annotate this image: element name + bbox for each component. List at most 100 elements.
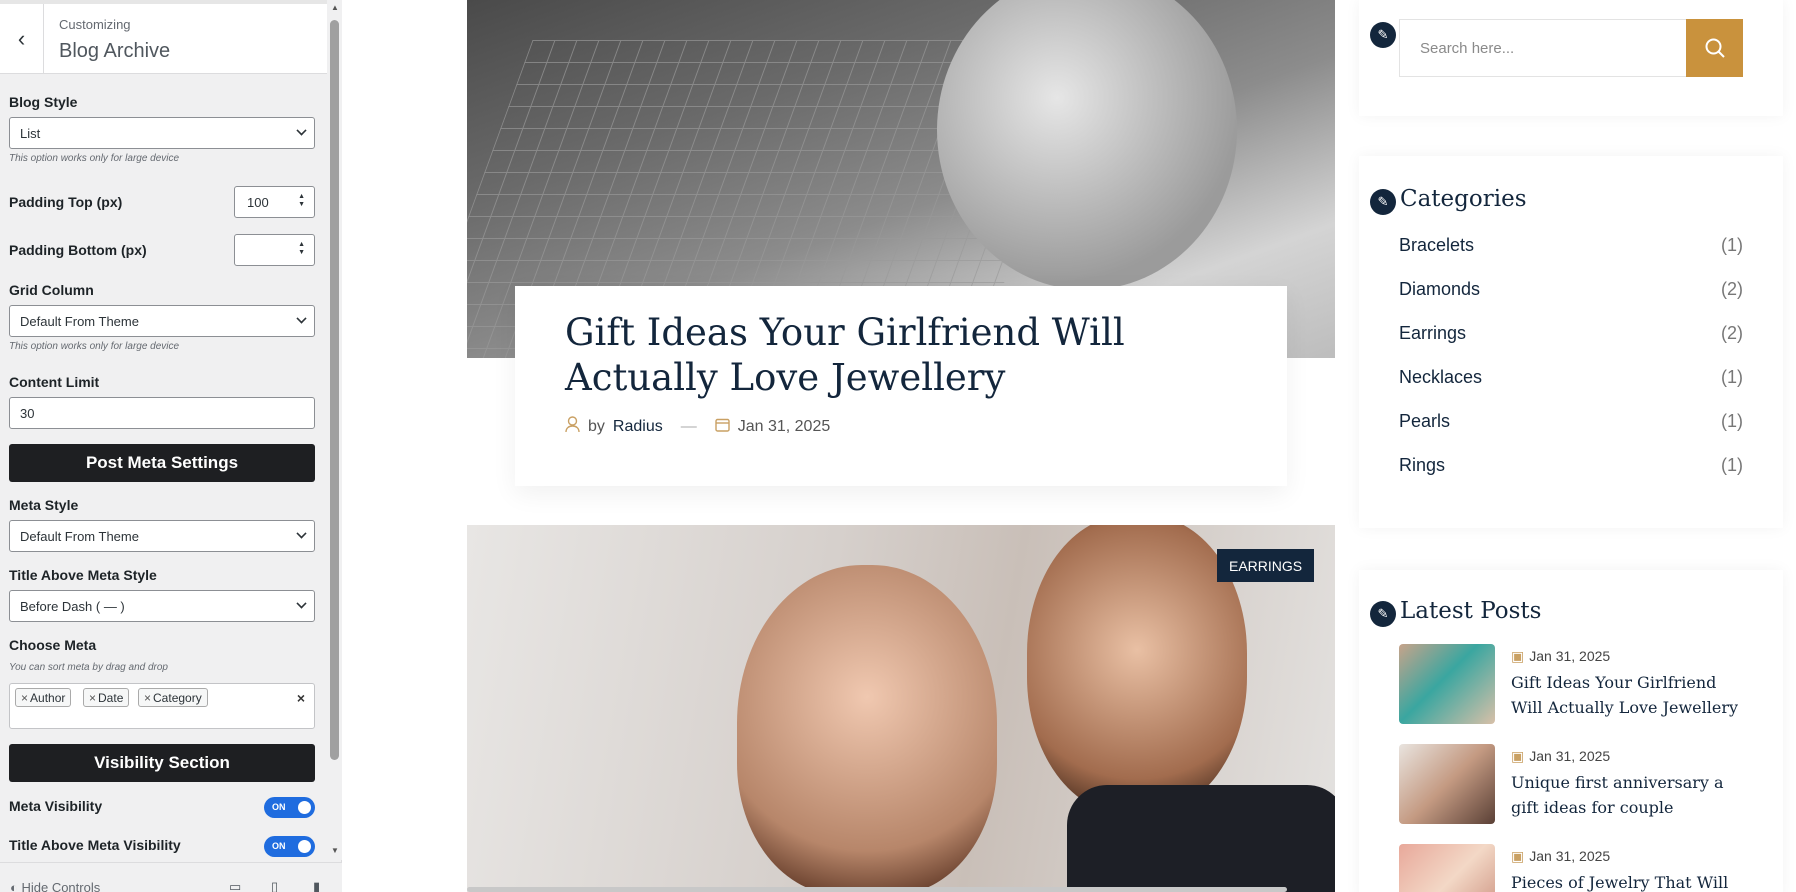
latest-post-item[interactable]: ▣ Jan 31, 2025 Gift Ideas Your Girlfriend… bbox=[1399, 644, 1749, 728]
post-card: Gift Ideas Your Girlfriend Will Actually… bbox=[515, 286, 1287, 486]
search-input[interactable]: Search here... bbox=[1399, 19, 1687, 77]
padding-bottom-input[interactable]: ▲ ▼ bbox=[234, 234, 315, 266]
latest-post-title[interactable]: Pieces of Jewelry That Will bbox=[1511, 870, 1751, 892]
category-item[interactable]: Necklaces (1) bbox=[1399, 367, 1743, 397]
latest-post-item[interactable]: ▣ Jan 31, 2025 Pieces of Jewelry That Wil… bbox=[1399, 844, 1749, 892]
blog-style-select[interactable]: List bbox=[9, 117, 315, 149]
meta-visibility-toggle[interactable]: ON bbox=[264, 797, 315, 818]
site-preview: Gift Ideas Your Girlfriend Will Actually… bbox=[343, 0, 1796, 892]
blog-style-label: Blog Style bbox=[9, 94, 78, 110]
latest-post-title[interactable]: Unique first anniversary a gift ideas fo… bbox=[1511, 770, 1751, 820]
choose-meta-multiselect[interactable]: × Author × Date × Category × bbox=[9, 683, 315, 729]
padding-top-value: 100 bbox=[247, 195, 269, 210]
panel-scrollbar[interactable]: ▲ ▼ bbox=[327, 0, 342, 860]
meta-visibility-label: Meta Visibility bbox=[9, 798, 103, 814]
calendar-icon: ▣ bbox=[1511, 648, 1525, 664]
post-meta: by Radius — Jan 31, 2025 bbox=[565, 416, 830, 437]
meta-separator: — bbox=[680, 417, 697, 435]
post-title[interactable]: Gift Ideas Your Girlfriend Will Actually… bbox=[565, 310, 1255, 400]
suit-shape bbox=[1067, 785, 1335, 892]
grid-column-select[interactable]: Default From Theme bbox=[9, 305, 315, 337]
content-limit-value: 30 bbox=[20, 406, 35, 421]
grid-column-note: This option works only for large device bbox=[9, 341, 180, 352]
chevron-down-icon bbox=[296, 313, 307, 324]
author-link[interactable]: Radius bbox=[613, 418, 663, 436]
post-thumbnail[interactable] bbox=[1399, 744, 1495, 824]
choose-meta-note: You can sort meta by drag and drop bbox=[9, 662, 168, 673]
category-item[interactable]: Pearls (1) bbox=[1399, 411, 1743, 441]
chevron-left-icon: ‹ bbox=[17, 26, 26, 51]
scroll-up-icon[interactable]: ▲ bbox=[331, 3, 339, 12]
customizer-footer: ◐ Hide Controls ▭ ▯ ▮ bbox=[0, 862, 342, 892]
remove-icon[interactable]: × bbox=[21, 691, 28, 705]
calendar-icon: ▣ bbox=[1511, 748, 1525, 764]
latest-posts-title: Latest Posts bbox=[1400, 598, 1542, 624]
calendar-icon bbox=[715, 417, 730, 436]
visibility-section-button[interactable]: Visibility Section bbox=[9, 744, 315, 782]
search-icon bbox=[1705, 38, 1725, 58]
title-above-meta-style-label: Title Above Meta Style bbox=[9, 567, 157, 583]
content-limit-label: Content Limit bbox=[9, 374, 100, 390]
spinner-icon[interactable]: ▲ ▼ bbox=[298, 241, 305, 257]
padding-top-input[interactable]: 100 ▲ ▼ bbox=[234, 186, 315, 218]
by-label: by bbox=[588, 417, 605, 435]
chevron-down-icon bbox=[296, 528, 307, 539]
category-badge[interactable]: EARRINGS bbox=[1217, 549, 1315, 582]
toggle-knob bbox=[298, 840, 311, 853]
toggle-knob bbox=[298, 801, 311, 814]
latest-post-item[interactable]: ▣ Jan 31, 2025 Unique first anniversary a… bbox=[1399, 744, 1749, 828]
meta-tag-date[interactable]: × Date bbox=[83, 688, 130, 707]
categories-title: Categories bbox=[1400, 186, 1527, 212]
blog-style-value: List bbox=[20, 126, 41, 141]
padding-top-label: Padding Top (px) bbox=[9, 194, 123, 210]
grid-column-value: Default From Theme bbox=[20, 314, 139, 329]
title-above-meta-visibility-label: Title Above Meta Visibility bbox=[9, 837, 181, 853]
chevron-down-icon bbox=[296, 598, 307, 609]
horizontal-scrollbar[interactable] bbox=[467, 887, 1287, 892]
woman-figure bbox=[737, 565, 997, 892]
meta-style-select[interactable]: Default From Theme bbox=[9, 520, 315, 552]
user-icon bbox=[565, 416, 580, 437]
category-item[interactable]: Bracelets (1) bbox=[1399, 235, 1743, 265]
post-thumbnail[interactable] bbox=[1399, 644, 1495, 724]
scrollbar-thumb[interactable] bbox=[330, 20, 339, 760]
post-thumbnail[interactable] bbox=[1399, 844, 1495, 892]
edit-pencil-icon[interactable]: ✎ bbox=[1370, 189, 1396, 215]
collapse-icon: ◐ bbox=[10, 880, 22, 892]
edit-pencil-icon[interactable]: ✎ bbox=[1370, 601, 1396, 627]
grid-column-label: Grid Column bbox=[9, 282, 94, 298]
choose-meta-label: Choose Meta bbox=[9, 637, 97, 653]
mobile-preview-icon[interactable]: ▮ bbox=[313, 879, 320, 892]
title-above-meta-style-select[interactable]: Before Dash ( — ) bbox=[9, 590, 315, 622]
category-item[interactable]: Diamonds (2) bbox=[1399, 279, 1743, 309]
edit-pencil-icon[interactable]: ✎ bbox=[1370, 22, 1396, 48]
remove-icon[interactable]: × bbox=[89, 691, 96, 705]
meta-tag-category[interactable]: × Category bbox=[138, 688, 208, 707]
second-post-image[interactable] bbox=[467, 525, 1335, 892]
post-meta-settings-button[interactable]: Post Meta Settings bbox=[9, 444, 315, 482]
meta-tag-author[interactable]: × Author bbox=[15, 688, 72, 707]
clear-all-icon[interactable]: × bbox=[297, 690, 305, 706]
scroll-down-icon[interactable]: ▼ bbox=[331, 846, 339, 855]
desktop-preview-icon[interactable]: ▭ bbox=[229, 879, 241, 892]
category-item[interactable]: Earrings (2) bbox=[1399, 323, 1743, 353]
remove-icon[interactable]: × bbox=[144, 691, 151, 705]
post-date: Jan 31, 2025 bbox=[737, 417, 831, 435]
calendar-icon: ▣ bbox=[1511, 848, 1525, 864]
padding-bottom-label: Padding Bottom (px) bbox=[9, 242, 147, 258]
latest-post-title[interactable]: Gift Ideas Your Girlfriend Will Actually… bbox=[1511, 670, 1751, 720]
title-above-meta-visibility-toggle[interactable]: ON bbox=[264, 836, 315, 857]
customizer-header: ‹ Customizing Blog Archive bbox=[0, 0, 327, 74]
category-item[interactable]: Rings (1) bbox=[1399, 455, 1743, 485]
section-title: Blog Archive bbox=[59, 40, 171, 62]
title-above-meta-style-value: Before Dash ( — ) bbox=[20, 599, 125, 614]
tablet-preview-icon[interactable]: ▯ bbox=[271, 879, 278, 892]
content-limit-input[interactable]: 30 bbox=[9, 397, 315, 429]
meta-style-label: Meta Style bbox=[9, 497, 79, 513]
search-placeholder: Search here... bbox=[1420, 40, 1515, 57]
hide-controls-button[interactable]: ◐ Hide Controls bbox=[10, 880, 100, 892]
spinner-icon[interactable]: ▲ ▼ bbox=[298, 193, 305, 209]
search-button[interactable] bbox=[1686, 19, 1743, 77]
man-figure bbox=[1027, 525, 1247, 815]
back-button[interactable]: ‹ bbox=[0, 4, 44, 74]
